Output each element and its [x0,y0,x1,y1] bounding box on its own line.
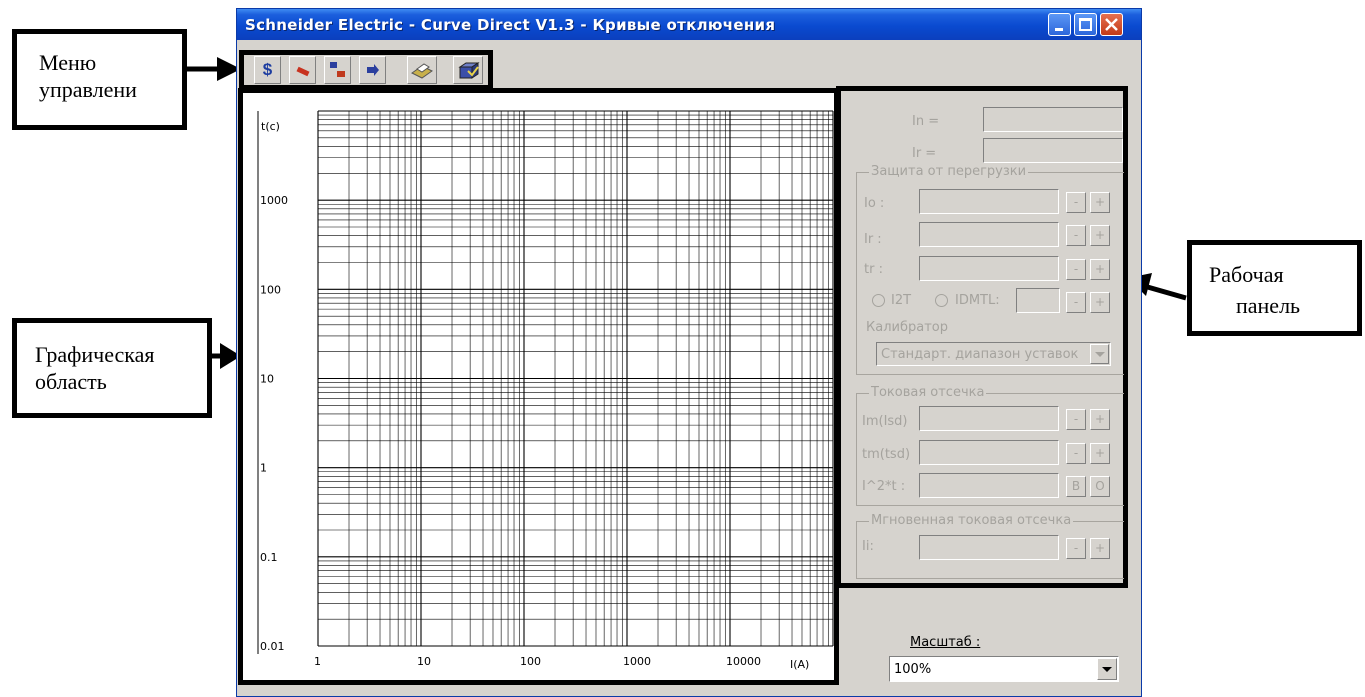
export-icon-button[interactable] [453,56,483,84]
i2t-short-label: I^2*t : [862,479,906,494]
tr-minus-button[interactable]: - [1066,259,1086,280]
arrows-icon [329,62,345,77]
y-tick-label: 0.01 [260,640,285,653]
b-button[interactable]: B [1066,476,1086,497]
in-field[interactable] [983,107,1123,132]
x-tick-label: 1000 [623,655,651,668]
calibrator-dropdown-button[interactable] [1090,344,1109,364]
close-button[interactable] [1100,13,1123,36]
close-icon [1105,18,1118,31]
chevron-down-icon [1102,667,1112,672]
dollar-icon: $ [262,60,273,79]
scale-value: 100% [894,662,932,677]
i2t-short-field[interactable] [919,473,1059,498]
y-tick-label: 0.1 [260,551,278,564]
y-axis-label: t(c) [261,120,280,133]
x-tick-label: 1 [314,655,321,668]
overload-legend: Защита от перегрузки [869,164,1029,179]
callout-panel: Рабочая панель [1187,240,1362,336]
minimize-button[interactable] [1048,13,1071,36]
ir-plus-button[interactable]: + [1090,225,1110,246]
im-plus-button[interactable]: + [1090,409,1110,430]
idmtl-label: IDMTL: [955,293,1000,308]
ir-field[interactable] [983,138,1123,163]
i2t-label: I2T [891,293,912,308]
idmtl-field[interactable] [1016,288,1060,313]
ir-minus-button[interactable]: - [1066,225,1086,246]
dollar-icon-button[interactable]: $ [254,56,281,84]
short-time-legend: Токовая отсечка [869,385,987,400]
io-minus-button[interactable]: - [1066,192,1086,213]
arrows-icon-button[interactable] [324,56,351,84]
im-field[interactable] [919,406,1059,431]
tm-label: tm(tsd) [862,447,911,462]
io-plus-button[interactable]: + [1090,192,1110,213]
callout-graphic-line2: область [35,369,107,394]
callout-menu-line2: управлени [39,77,137,102]
x-axis-label: I(A) [790,658,810,671]
tm-plus-button[interactable]: + [1090,443,1110,464]
calibrator-value: Стандарт. диапазон уставок [881,347,1079,362]
callout-panel-line2: панель [1236,293,1301,318]
idmtl-radio[interactable] [935,294,948,307]
im-label: Im(Isd) [862,414,908,429]
y-tick-label: 100 [260,283,281,296]
scale-select[interactable]: 100% [889,656,1119,682]
trip-curve-chart[interactable]: 1 10 100 1000 10000 1000 100 10 1 0.1 0.01 [243,93,834,680]
tm-field[interactable] [919,440,1059,465]
callout-graphic: Графическая область [12,318,212,418]
i2t-radio[interactable] [872,294,885,307]
io-field[interactable] [919,189,1059,214]
x-tick-label: 10000 [726,655,761,668]
ir-setting-label: Ir : [864,232,882,247]
calibrator-label: Калибратор [866,320,948,335]
y-tick-label: 10 [260,373,274,386]
title-bar[interactable]: Schneider Electric - Curve Direct V1.3 -… [237,9,1141,40]
ii-plus-button[interactable]: + [1090,538,1110,559]
idmtl-plus-button[interactable]: + [1090,292,1110,313]
ii-field[interactable] [919,535,1059,560]
in-label: In = [912,114,940,129]
tr-label: tr : [864,262,883,277]
graph-area[interactable]: 1 10 100 1000 10000 1000 100 10 1 0.1 0.01 t(c) I(… [238,88,839,685]
callout-panel-line1: Рабочая [1209,262,1284,287]
scale-dropdown-button[interactable] [1097,658,1117,680]
ii-minus-button[interactable]: - [1066,538,1086,559]
export-icon [458,62,480,79]
o-button[interactable]: O [1090,476,1110,497]
red-bar-icon [296,66,309,77]
io-label: Io : [864,196,885,211]
chevron-down-icon [1095,352,1105,357]
tr-field[interactable] [919,256,1059,281]
x-tick-label: 10 [417,655,431,668]
arrow-icon [366,64,379,76]
maximize-icon [1079,18,1092,31]
arrow-to-toolbar [187,57,241,81]
ii-label: Ii: [862,539,874,554]
callout-menu-line1: Меню [39,50,97,75]
print-icon-button[interactable] [407,56,437,84]
tr-plus-button[interactable]: + [1090,259,1110,280]
arrow-icon-button[interactable] [359,56,386,84]
ir-setting-field[interactable] [919,222,1059,247]
callout-graphic-line1: Графическая [35,342,155,367]
x-tick-label: 100 [520,655,541,668]
callout-menu: Меню управлени [12,29,187,130]
idmtl-minus-button[interactable]: - [1066,292,1086,313]
instant-legend: Мгновенная токовая отсечка [869,513,1074,528]
minimize-icon [1055,28,1063,31]
ir-label: Ir = [912,146,937,161]
y-tick-label: 1000 [260,194,288,207]
red-bar-icon-button[interactable] [289,56,316,84]
print-icon [411,63,433,79]
window-title: Schneider Electric - Curve Direct V1.3 -… [245,16,776,34]
scale-label: Масштаб : [910,635,981,650]
tm-minus-button[interactable]: - [1066,443,1086,464]
calibrator-select[interactable]: Стандарт. диапазон уставок [876,342,1111,366]
maximize-button[interactable] [1074,13,1097,36]
im-minus-button[interactable]: - [1066,409,1086,430]
y-tick-label: 1 [260,462,267,475]
